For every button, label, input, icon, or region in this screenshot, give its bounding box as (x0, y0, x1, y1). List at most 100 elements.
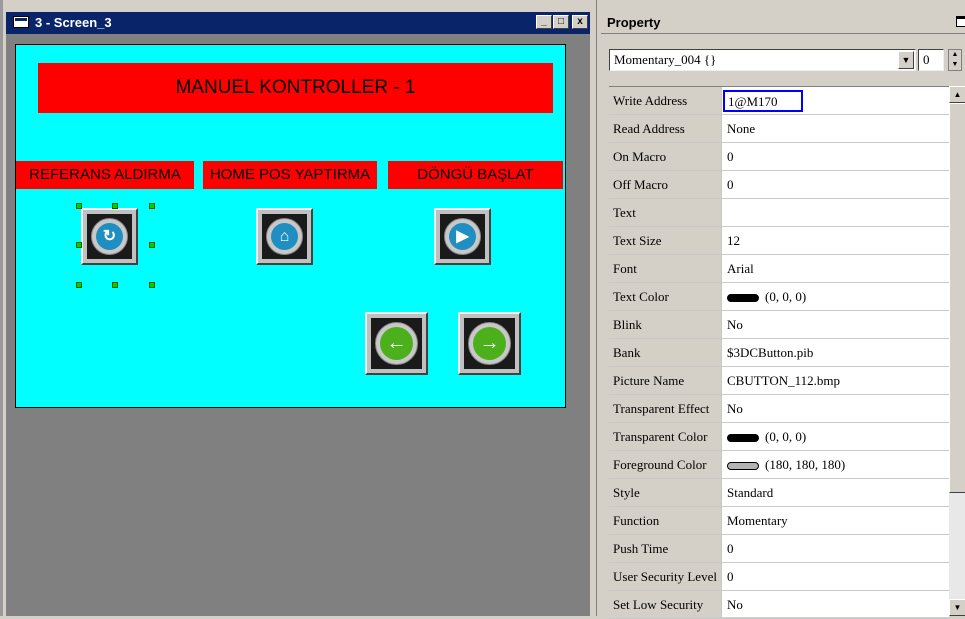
button-face: → (464, 318, 515, 369)
property-name: Push Time (609, 535, 722, 562)
property-value-text: Standard (727, 485, 774, 500)
property-value-text: 0 (727, 177, 734, 192)
property-row[interactable]: Text (609, 199, 949, 227)
property-row[interactable]: Write Address 1@M170 (609, 87, 949, 115)
color-swatch (727, 434, 759, 443)
property-value-text: Momentary (727, 513, 788, 528)
property-row[interactable]: Foreground Color (180, 180, 180) (609, 451, 949, 479)
property-row[interactable]: Text Color (0, 0, 0) (609, 283, 949, 311)
property-value[interactable]: 12 (727, 227, 740, 254)
screen-workspace[interactable]: MANUEL KONTROLLER - 1 REFERANS ALDIRMA H… (6, 34, 590, 616)
property-value[interactable]: (0, 0, 0) (727, 283, 806, 310)
label-referans-aldirma[interactable]: REFERANS ALDIRMA (16, 161, 194, 189)
property-name: Bank (609, 339, 722, 366)
property-value[interactable]: (0, 0, 0) (727, 423, 806, 450)
object-select-dropdown[interactable]: Momentary_004 {} ▼ (609, 49, 916, 71)
property-value[interactable]: 0 (727, 535, 734, 562)
hmi-title-label[interactable]: MANUEL KONTROLLER - 1 (38, 63, 553, 113)
selection-handle[interactable] (76, 242, 82, 248)
property-value[interactable]: Arial (727, 255, 754, 282)
property-value[interactable]: CBUTTON_112.bmp (727, 367, 840, 394)
scroll-thumb[interactable] (949, 103, 965, 493)
property-name: Write Address (609, 87, 722, 114)
property-value[interactable]: 0 (727, 171, 734, 198)
maximize-button[interactable]: □ (553, 15, 569, 29)
property-row[interactable]: Picture Name CBUTTON_112.bmp (609, 367, 949, 395)
selection-handle[interactable] (76, 203, 82, 209)
minimize-button[interactable]: _ (536, 15, 552, 29)
back-button[interactable]: ← (365, 312, 428, 375)
selection-handle[interactable] (112, 203, 118, 209)
screen-titlebar[interactable]: 3 - Screen_3 _ □ x (6, 12, 590, 34)
property-value-text: (0, 0, 0) (765, 429, 807, 444)
property-row[interactable]: Function Momentary (609, 507, 949, 535)
arrow-left-icon: ← (380, 327, 413, 360)
property-value-text: 12 (727, 233, 740, 248)
play-icon: ▶ (449, 223, 476, 250)
property-row[interactable]: Bank $3DCButton.pib (609, 339, 949, 367)
property-value[interactable]: No (727, 591, 743, 618)
forward-button[interactable]: → (458, 312, 521, 375)
scroll-up-icon[interactable]: ▲ (949, 86, 965, 103)
property-value[interactable]: (180, 180, 180) (727, 451, 845, 478)
hmi-screen-canvas[interactable]: MANUEL KONTROLLER - 1 REFERANS ALDIRMA H… (15, 44, 566, 408)
scroll-down-icon[interactable]: ▼ (949, 599, 965, 616)
selection-handle[interactable] (112, 282, 118, 288)
layer-spinner[interactable]: ▲ ▼ (948, 49, 962, 71)
property-row[interactable]: Transparent Color (0, 0, 0) (609, 423, 949, 451)
property-row[interactable]: User Security Level 0 (609, 563, 949, 591)
property-name: Text Size (609, 227, 722, 254)
property-row[interactable]: Transparent Effect No (609, 395, 949, 423)
button-face: ← (371, 318, 422, 369)
selection-handle[interactable] (149, 242, 155, 248)
property-value-text: (180, 180, 180) (765, 457, 846, 472)
selection-handle[interactable] (76, 282, 82, 288)
reset-icon: ↻ (96, 223, 123, 250)
property-name: Set Low Security (609, 591, 722, 618)
property-value[interactable]: None (727, 115, 755, 142)
property-value[interactable]: 1@M170 (723, 90, 803, 112)
property-name: User Security Level (609, 563, 722, 590)
property-value-text: No (727, 401, 743, 416)
property-name: On Macro (609, 143, 722, 170)
property-header-title: Property (607, 15, 661, 30)
button-face: ▶ (440, 214, 485, 259)
property-name: Text Color (609, 283, 722, 310)
property-value[interactable]: Standard (727, 479, 773, 506)
property-row[interactable]: Blink No (609, 311, 949, 339)
color-swatch (727, 294, 759, 303)
layer-input[interactable]: 0 (918, 49, 944, 71)
property-value-text: None (727, 121, 756, 136)
property-row[interactable]: Style Standard (609, 479, 949, 507)
property-value[interactable]: No (727, 311, 743, 338)
property-panel-header: Property (601, 12, 965, 34)
property-value[interactable]: $3DCButton.pib (727, 339, 813, 366)
label-dongu-baslat[interactable]: DÖNGÜ BAŞLAT (388, 161, 563, 189)
property-value-text: $3DCButton.pib (727, 345, 814, 360)
property-value[interactable]: Momentary (727, 507, 788, 534)
home-button[interactable]: ⌂ (256, 208, 313, 265)
restore-icon[interactable] (956, 16, 965, 27)
property-row[interactable]: Read Address None (609, 115, 949, 143)
chevron-down-icon[interactable]: ▼ (898, 51, 914, 69)
property-row[interactable]: Font Arial (609, 255, 949, 283)
property-value[interactable]: 0 (727, 563, 734, 590)
selection-handle[interactable] (149, 203, 155, 209)
property-row[interactable]: Off Macro 0 (609, 171, 949, 199)
property-value-text: (0, 0, 0) (765, 289, 807, 304)
label-home-pos-yaptirma[interactable]: HOME POS YAPTIRMA (203, 161, 377, 189)
property-value[interactable]: No (727, 395, 743, 422)
close-button[interactable]: x (572, 15, 588, 29)
reference-button[interactable]: ↻ (81, 208, 138, 265)
play-button[interactable]: ▶ (434, 208, 491, 265)
property-scrollbar[interactable]: ▲ ▼ (949, 86, 965, 616)
property-name: Transparent Effect (609, 395, 722, 422)
property-name: Picture Name (609, 367, 722, 394)
screen-icon (13, 16, 29, 28)
selection-handle[interactable] (149, 282, 155, 288)
property-row[interactable]: Set Low Security No (609, 591, 949, 619)
property-row[interactable]: Push Time 0 (609, 535, 949, 563)
property-value[interactable]: 0 (727, 143, 734, 170)
property-row[interactable]: Text Size 12 (609, 227, 949, 255)
property-row[interactable]: On Macro 0 (609, 143, 949, 171)
